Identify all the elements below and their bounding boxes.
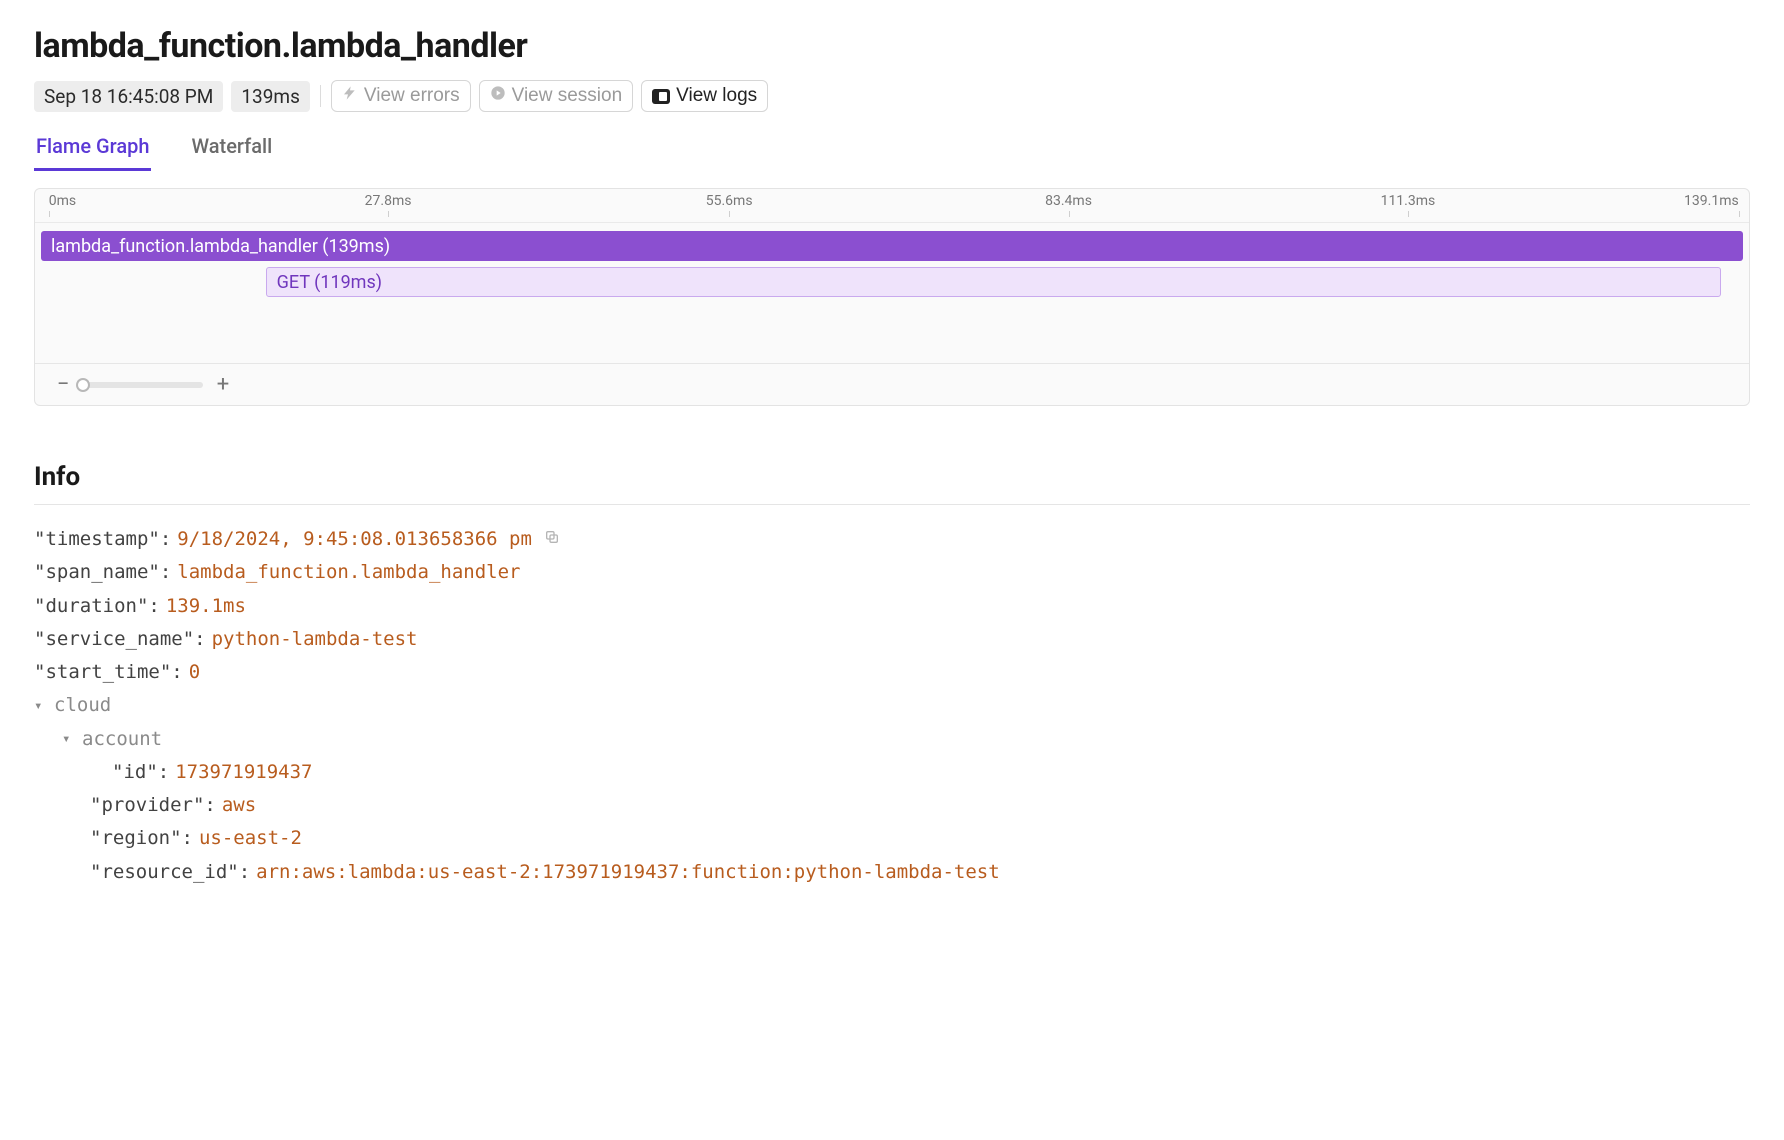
info-row-provider: "provider": aws xyxy=(34,789,1750,822)
copy-icon[interactable] xyxy=(544,523,560,556)
info-row-timestamp: "timestamp": 9/18/2024, 9:45:08.01365836… xyxy=(34,523,1750,556)
duration-chip: 139ms xyxy=(231,81,310,112)
logs-icon xyxy=(652,89,670,104)
view-errors-button[interactable]: View errors xyxy=(331,80,471,112)
info-value: aws xyxy=(222,789,256,822)
info-key: "timestamp": xyxy=(34,523,171,556)
tick-label: 27.8ms xyxy=(365,193,412,209)
info-value: 173971919437 xyxy=(175,756,312,789)
info-row-span-name: "span_name": lambda_function.lambda_hand… xyxy=(34,556,1750,589)
flame-span-get[interactable]: GET (119ms) xyxy=(266,267,1721,297)
info-group-label: cloud xyxy=(54,689,111,722)
info-value: arn:aws:lambda:us-east-2:173971919437:fu… xyxy=(256,856,1000,889)
flame-span-root[interactable]: lambda_function.lambda_handler (139ms) xyxy=(41,231,1743,261)
zoom-slider[interactable] xyxy=(83,382,203,388)
tick-label: 55.6ms xyxy=(706,193,753,209)
info-row-duration: "duration": 139.1ms xyxy=(34,590,1750,623)
view-logs-button[interactable]: View logs xyxy=(641,80,768,112)
tabs: Flame Graph Waterfall xyxy=(34,126,1750,172)
zoom-out-button[interactable]: − xyxy=(53,372,73,397)
tick-mark xyxy=(1739,211,1740,217)
info-group-label: account xyxy=(82,723,162,756)
tick-mark xyxy=(388,211,389,217)
tick-mark xyxy=(1408,211,1409,217)
info-row-region: "region": us-east-2 xyxy=(34,822,1750,855)
info-group-cloud[interactable]: ▾ cloud xyxy=(34,689,1750,722)
info-value: 139.1ms xyxy=(166,590,246,623)
info-key: "region": xyxy=(90,822,193,855)
tick-mark xyxy=(49,211,50,217)
zoom-in-button[interactable]: + xyxy=(213,372,233,397)
zoom-slider-thumb[interactable] xyxy=(76,378,90,392)
info-value: lambda_function.lambda_handler xyxy=(177,556,520,589)
info-key: "resource_id": xyxy=(90,856,250,889)
info-key: "provider": xyxy=(90,789,216,822)
view-logs-label: View logs xyxy=(676,85,757,107)
view-errors-label: View errors xyxy=(364,85,460,107)
chevron-down-icon: ▾ xyxy=(62,727,76,752)
info-key: "start_time": xyxy=(34,656,183,689)
info-key: "id": xyxy=(112,756,169,789)
info-row-account-id: "id": 173971919437 xyxy=(34,756,1750,789)
tab-waterfall[interactable]: Waterfall xyxy=(189,126,274,171)
tick-mark xyxy=(1069,211,1070,217)
info-group-account[interactable]: ▾ account xyxy=(34,723,1750,756)
divider xyxy=(320,85,321,107)
info-key: "duration": xyxy=(34,590,160,623)
tick-label: 139.1ms xyxy=(1684,193,1739,209)
tick-mark xyxy=(729,211,730,217)
info-key: "service_name": xyxy=(34,623,206,656)
tick-label: 0ms xyxy=(49,193,76,209)
info-value: us-east-2 xyxy=(199,822,302,855)
info-value: python-lambda-test xyxy=(212,623,418,656)
zoom-controls: − + xyxy=(35,363,1749,405)
header-meta-row: Sep 18 16:45:08 PM 139ms View errors Vie… xyxy=(34,80,1750,112)
info-heading: Info xyxy=(34,462,1750,505)
info-key: "span_name": xyxy=(34,556,171,589)
info-kv-list: "timestamp": 9/18/2024, 9:45:08.01365836… xyxy=(34,523,1750,889)
info-row-start-time: "start_time": 0 xyxy=(34,656,1750,689)
info-row-service-name: "service_name": python-lambda-test xyxy=(34,623,1750,656)
info-section: Info "timestamp": 9/18/2024, 9:45:08.013… xyxy=(34,462,1750,889)
info-value: 9/18/2024, 9:45:08.013658366 pm xyxy=(177,523,532,556)
timeline-axis: 0ms 27.8ms 55.6ms 83.4ms 111.3ms 139.1ms xyxy=(35,189,1749,223)
page-title: lambda_function.lambda_handler xyxy=(34,26,1750,66)
info-value: 0 xyxy=(189,656,200,689)
tick-label: 111.3ms xyxy=(1381,193,1436,209)
tick-label: 83.4ms xyxy=(1045,193,1092,209)
flame-graph-panel: 0ms 27.8ms 55.6ms 83.4ms 111.3ms 139.1ms… xyxy=(34,188,1750,406)
flame-rows: lambda_function.lambda_handler (139ms) G… xyxy=(35,223,1749,363)
timestamp-chip: Sep 18 16:45:08 PM xyxy=(34,81,223,112)
bolt-icon xyxy=(342,85,358,107)
info-row-resource-id: "resource_id": arn:aws:lambda:us-east-2:… xyxy=(34,856,1750,889)
tab-flame-graph[interactable]: Flame Graph xyxy=(34,126,151,171)
play-circle-icon xyxy=(490,85,506,107)
chevron-down-icon: ▾ xyxy=(34,694,48,719)
view-session-button[interactable]: View session xyxy=(479,80,634,112)
view-session-label: View session xyxy=(512,85,623,107)
